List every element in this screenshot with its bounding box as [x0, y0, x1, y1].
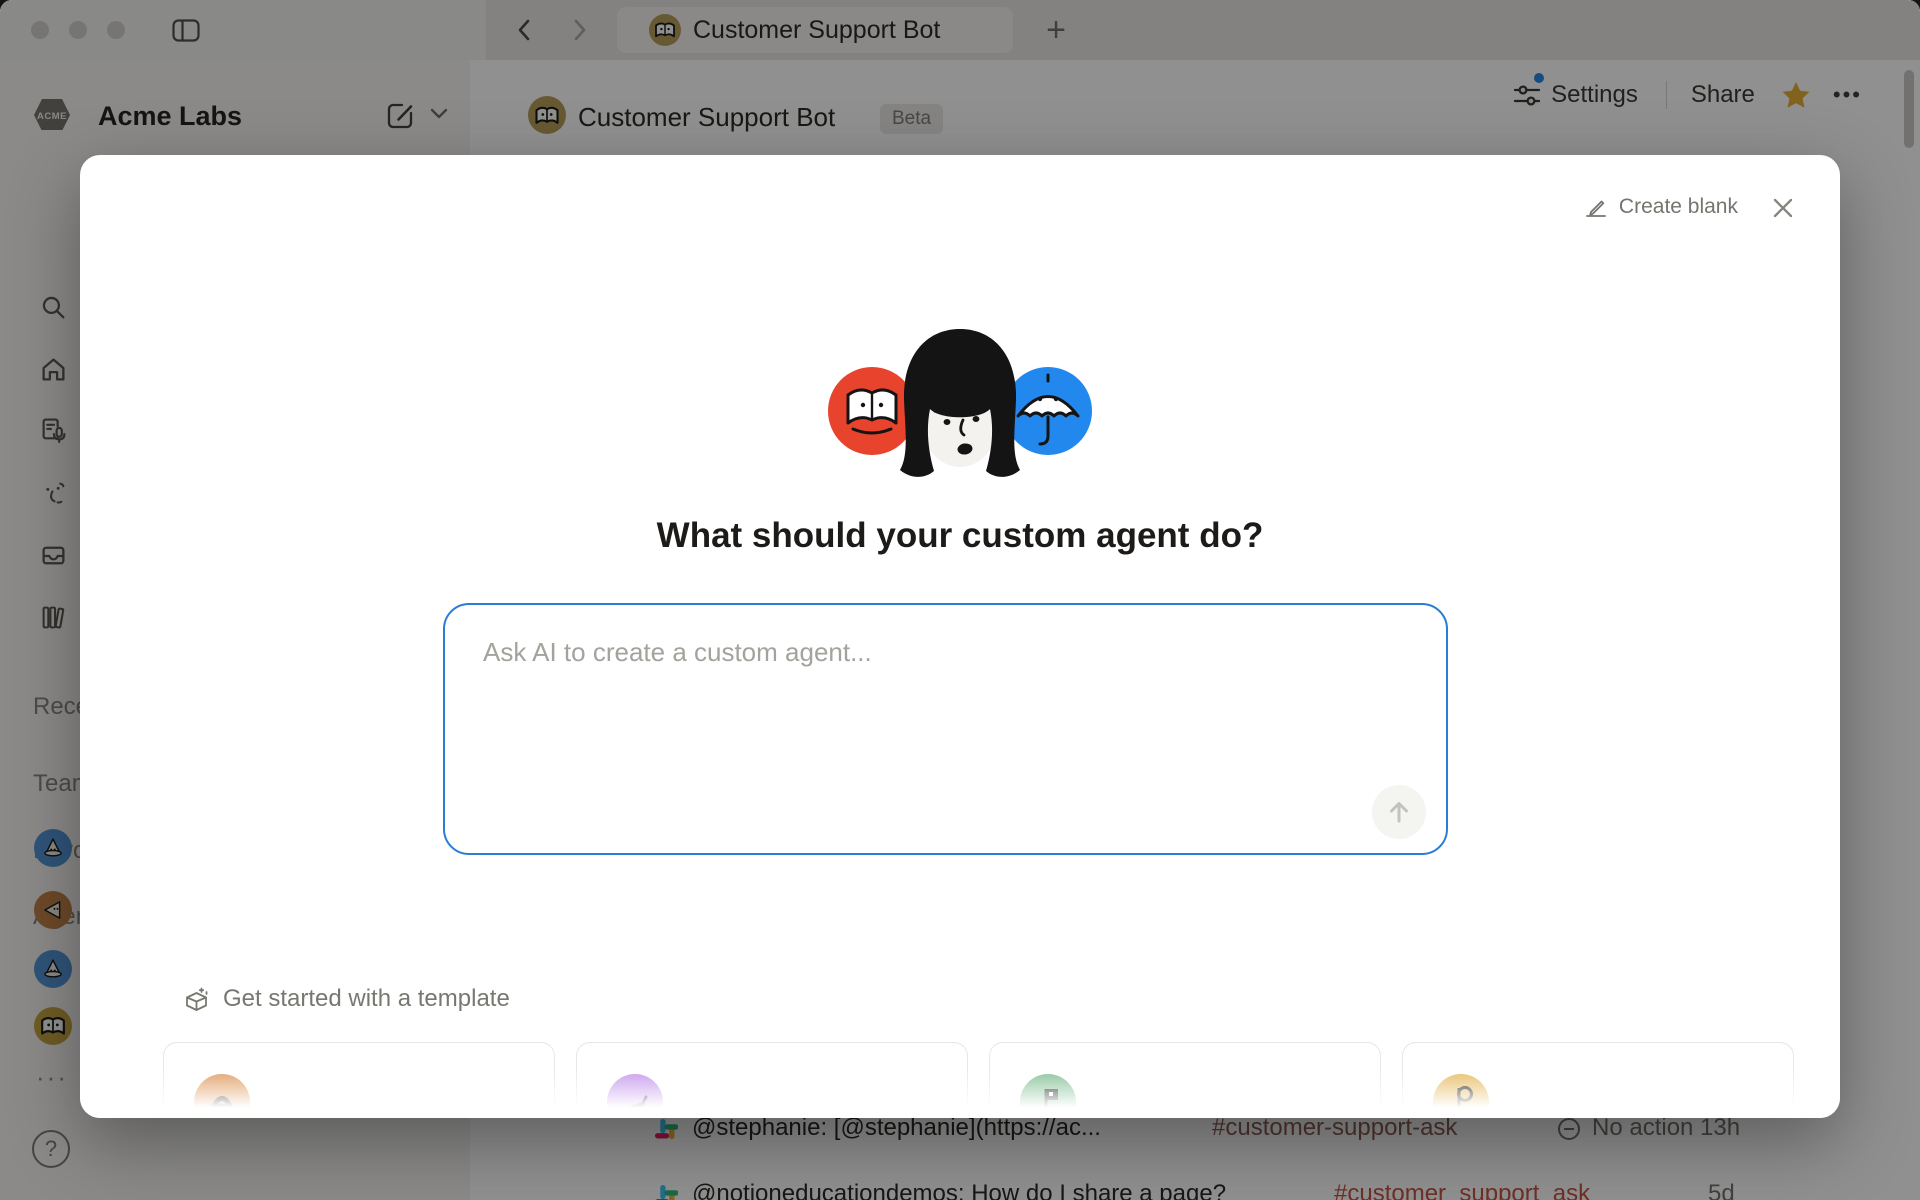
- submit-arrow-button[interactable]: [1372, 785, 1426, 839]
- agent-prompt-inputbox: [443, 603, 1448, 855]
- create-agent-modal: Create blank: [80, 155, 1840, 1118]
- modal-heading: What should your custom agent do?: [80, 515, 1840, 557]
- template-box-icon: [183, 986, 210, 1013]
- template-cta[interactable]: Get started with a template: [183, 985, 510, 1013]
- create-blank-label: Create blank: [1619, 195, 1738, 219]
- modal-bottom-fade: [80, 1066, 1840, 1118]
- create-blank-button[interactable]: Create blank: [1584, 195, 1738, 219]
- template-cta-label: Get started with a template: [223, 985, 510, 1013]
- agent-prompt-textarea[interactable]: [445, 605, 1446, 853]
- agent-illustration: [825, 323, 1095, 478]
- app-window: Customer Support Bot + ACME Acme Labs Cu…: [0, 0, 1920, 1200]
- close-icon[interactable]: [1770, 195, 1796, 221]
- pencil-icon: [1584, 195, 1608, 219]
